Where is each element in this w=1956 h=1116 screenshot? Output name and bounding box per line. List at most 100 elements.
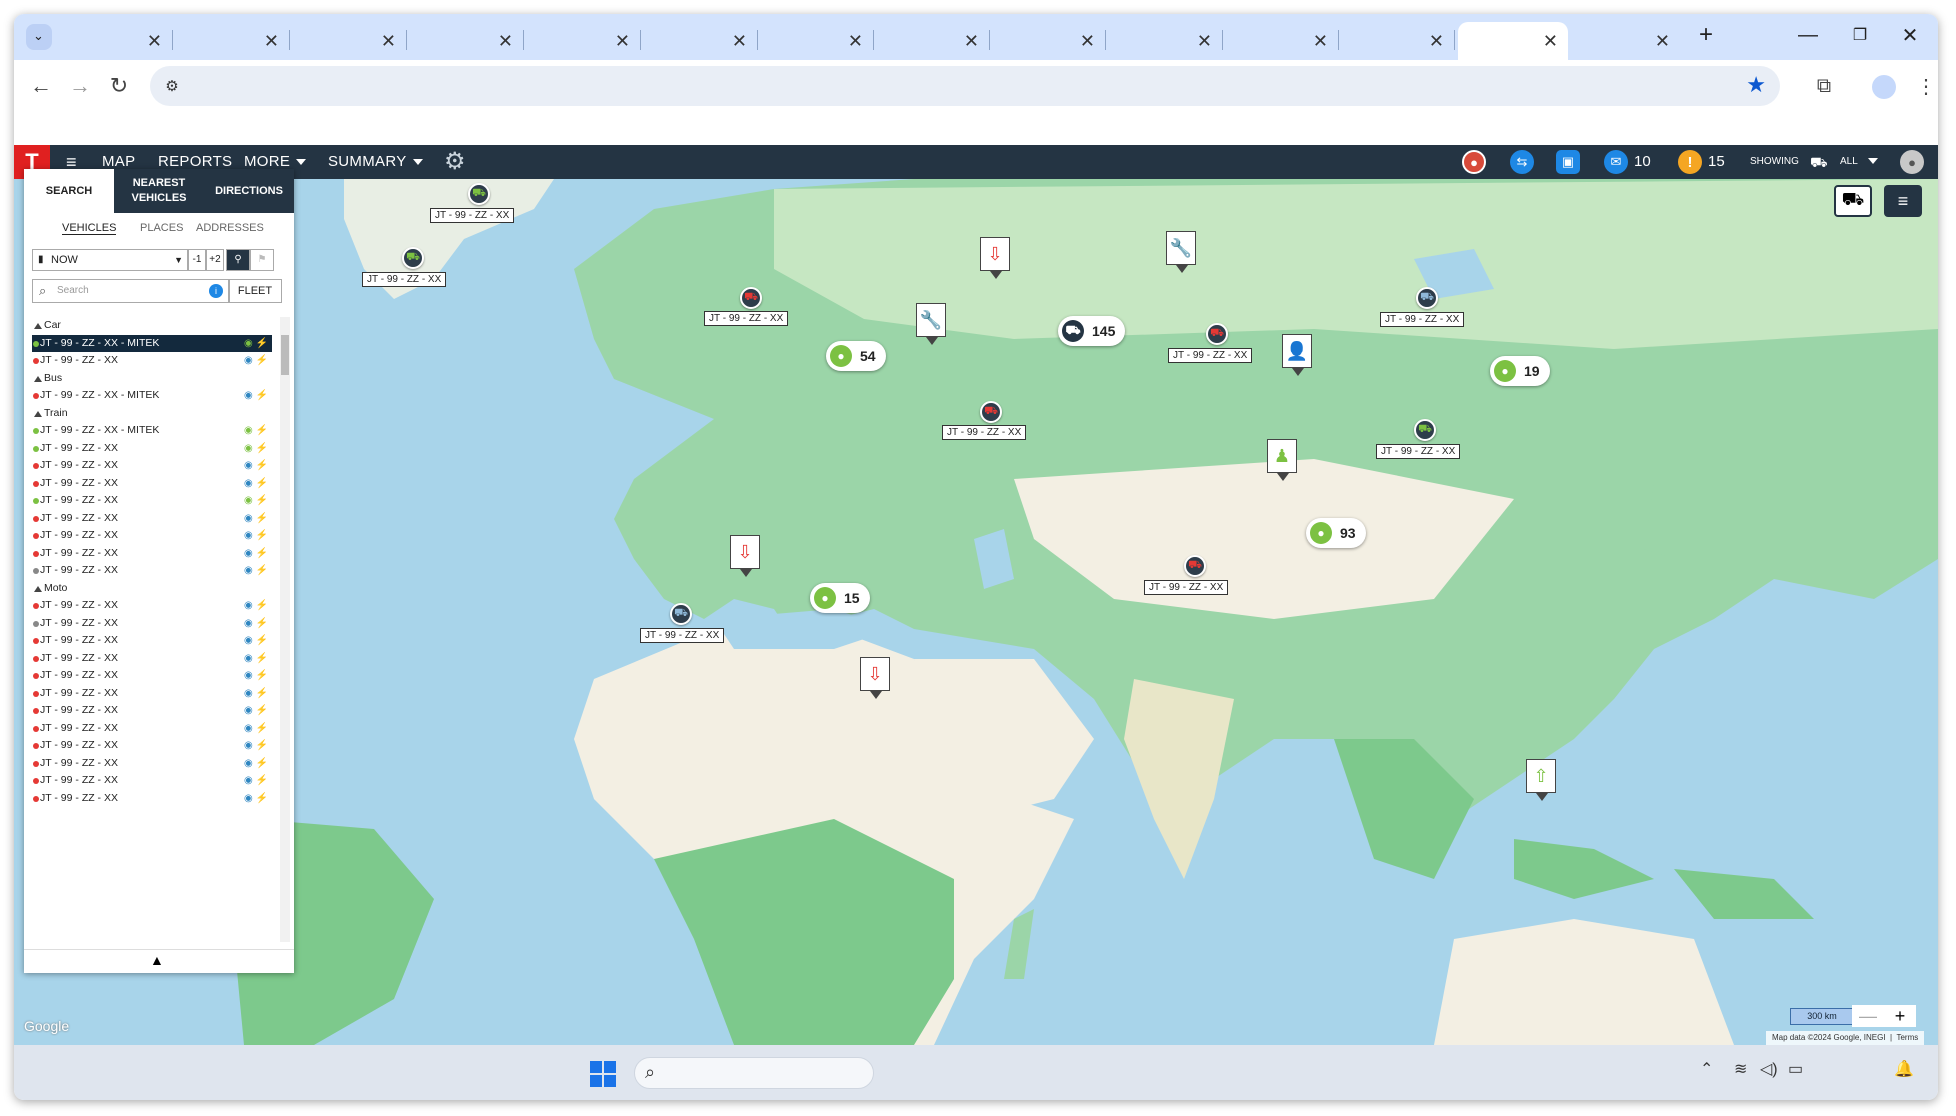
vehicle-marker[interactable]: ⛟ xyxy=(1184,555,1206,577)
plus-two-button[interactable]: +2 xyxy=(206,249,224,271)
list-group-header[interactable]: Car xyxy=(32,317,272,335)
browser-tab[interactable]: ✕ xyxy=(289,22,407,60)
list-item[interactable]: JT - 99 - ZZ - XX ◉ ⚡ xyxy=(32,492,272,510)
list-group-header[interactable]: Train xyxy=(32,405,272,423)
list-item[interactable]: JT - 99 - ZZ - XX ◉ ⚡ xyxy=(32,545,272,563)
vehicle-cluster[interactable]: ● 19 xyxy=(1490,356,1550,386)
zoom-out-button[interactable]: — xyxy=(1852,1005,1884,1027)
subtab-addresses[interactable]: ADDRESSES xyxy=(196,222,264,234)
vehicle-cluster[interactable]: ● 54 xyxy=(826,341,886,371)
settings-gear-icon[interactable]: ⚙ xyxy=(444,145,466,179)
tab-directions[interactable]: DIRECTIONS xyxy=(204,169,294,213)
alert-icon[interactable]: ! xyxy=(1678,150,1702,174)
close-icon[interactable]: ✕ xyxy=(1429,31,1444,52)
taskbar-search[interactable]: ⌕ xyxy=(634,1057,874,1089)
close-icon[interactable]: ✕ xyxy=(1543,31,1558,52)
list-item[interactable]: JT - 99 - ZZ - XX ◉ ⚡ xyxy=(32,772,272,790)
site-info-icon[interactable]: ⚙ xyxy=(160,74,184,98)
vehicle-marker[interactable]: ⛟ xyxy=(740,287,762,309)
pin-toggle-icon[interactable]: ⚲ xyxy=(226,249,250,271)
list-item[interactable]: JT - 99 - ZZ - XX ◉ ⚡ xyxy=(32,632,272,650)
list-scrollbar[interactable] xyxy=(280,317,290,942)
route-icon[interactable]: ⇆ xyxy=(1510,150,1534,174)
close-icon[interactable]: ✕ xyxy=(498,31,513,52)
browser-tab[interactable]: ✕ xyxy=(172,22,290,60)
list-item[interactable]: JT - 99 - ZZ - XX ◉ ⚡ xyxy=(32,667,272,685)
layers-menu-icon[interactable]: ≡ xyxy=(1884,185,1922,217)
tab-nearest-vehicles[interactable]: NEAREST VEHICLES xyxy=(114,169,204,213)
vehicle-view-toggle-icon[interactable]: ⛟ xyxy=(1834,185,1872,217)
list-item[interactable]: JT - 99 - ZZ - XX ◉ ⚡ xyxy=(32,702,272,720)
list-item[interactable]: JT - 99 - ZZ - XX ◉ ⚡ xyxy=(32,650,272,668)
upload-poi-icon[interactable]: ⇧ xyxy=(1526,759,1556,801)
list-item[interactable]: JT - 99 - ZZ - XX ◉ ⚡ xyxy=(32,737,272,755)
vehicle-marker[interactable]: ⛟ xyxy=(670,603,692,625)
browser-tab[interactable]: ✕ xyxy=(1338,22,1455,60)
list-item[interactable]: JT - 99 - ZZ - XX ◉ ⚡ xyxy=(32,475,272,493)
list-item[interactable]: JT - 99 - ZZ - XX ◉ ⚡ xyxy=(32,615,272,633)
map-canvas[interactable]: ⛟ JT - 99 - ZZ - XX ⛟ JT - 99 - ZZ - XX … xyxy=(14,179,1938,1045)
list-item[interactable]: JT - 99 - ZZ - XX ◉ ⚡ xyxy=(32,510,272,528)
browser-tab[interactable]: ✕ xyxy=(54,22,173,60)
close-icon[interactable]: ✕ xyxy=(1313,31,1328,52)
tv-icon[interactable]: ▣ xyxy=(1556,150,1580,174)
scroll-thumb[interactable] xyxy=(281,335,289,375)
browser-tab[interactable]: ✕ xyxy=(873,22,990,60)
minus-one-button[interactable]: -1 xyxy=(188,249,206,271)
forward-button[interactable]: → xyxy=(64,70,96,102)
fleet-button[interactable]: FLEET xyxy=(228,279,282,303)
vehicle-cluster[interactable]: ● 93 xyxy=(1306,518,1366,548)
list-item[interactable]: JT - 99 - ZZ - XX ◉ ⚡ xyxy=(32,755,272,773)
close-icon[interactable]: ✕ xyxy=(264,31,279,52)
extensions-button[interactable]: ⧉ xyxy=(1808,70,1840,102)
download-poi-icon[interactable]: ⇩ xyxy=(980,237,1010,279)
browser-tab[interactable]: ✕ xyxy=(1222,22,1339,60)
close-icon[interactable]: ✕ xyxy=(1655,31,1670,52)
close-icon[interactable]: ✕ xyxy=(848,31,863,52)
profile-avatar[interactable] xyxy=(1872,75,1896,99)
list-item[interactable]: JT - 99 - ZZ - XX ◉ ⚡ xyxy=(32,597,272,615)
person-poi-icon[interactable]: 👤 xyxy=(1282,334,1312,376)
notification-bell-icon[interactable]: 🔔 xyxy=(1894,1059,1914,1079)
vehicle-marker[interactable]: ⛟ xyxy=(402,247,424,269)
person-poi-icon[interactable]: ♟ xyxy=(1267,439,1297,481)
wifi-icon[interactable]: ≋ xyxy=(1734,1059,1747,1079)
list-item[interactable]: JT - 99 - ZZ - XX ◉ ⚡ xyxy=(32,790,272,808)
browser-tab[interactable]: ✕ xyxy=(1572,22,1680,60)
subtab-places[interactable]: PLACES xyxy=(140,222,183,234)
address-bar[interactable]: ⚙ ★ xyxy=(150,66,1780,106)
browser-menu-button[interactable]: ⋮ xyxy=(1910,70,1938,102)
list-item[interactable]: JT - 99 - ZZ - XX - MITEK ◉ ⚡ xyxy=(32,387,272,405)
close-icon[interactable]: ✕ xyxy=(732,31,747,52)
list-item[interactable]: JT - 99 - ZZ - XX ◉ ⚡ xyxy=(32,720,272,738)
close-icon[interactable]: ✕ xyxy=(1080,31,1095,52)
list-item[interactable]: JT - 99 - ZZ - XX - MITEK ◉ ⚡ xyxy=(32,422,272,440)
vehicle-marker[interactable]: ⛟ xyxy=(980,401,1002,423)
list-item[interactable]: JT - 99 - ZZ - XX ◉ ⚡ xyxy=(32,457,272,475)
list-group-header[interactable]: Moto xyxy=(32,580,272,598)
showing-filter[interactable]: ALL xyxy=(1840,145,1878,179)
window-close-button[interactable]: ✕ xyxy=(1890,20,1930,50)
subtab-vehicles[interactable]: VEHICLES xyxy=(62,222,117,235)
vehicle-marker[interactable]: ⛟ xyxy=(1206,323,1228,345)
browser-tab[interactable]: ✕ xyxy=(1105,22,1223,60)
user-avatar[interactable]: ● xyxy=(1900,150,1924,174)
flag-toggle-icon[interactable]: ⚑ xyxy=(250,249,274,271)
back-button[interactable]: ← xyxy=(25,70,57,102)
close-icon[interactable]: ✕ xyxy=(615,31,630,52)
zoom-in-button[interactable]: + xyxy=(1884,1005,1916,1027)
browser-tab[interactable]: ✕ xyxy=(757,22,874,60)
browser-tab[interactable]: ✕ xyxy=(406,22,524,60)
list-group-header[interactable]: Bus xyxy=(32,370,272,388)
browser-tab-active[interactable]: ✕ xyxy=(1458,22,1568,60)
download-poi-icon[interactable]: ⇩ xyxy=(730,535,760,577)
driver-avatar-icon[interactable]: ● xyxy=(1462,150,1486,174)
wrench-poi-icon[interactable]: 🔧 xyxy=(1166,231,1196,273)
close-icon[interactable]: ✕ xyxy=(1197,31,1212,52)
minimize-button[interactable]: — xyxy=(1788,20,1828,50)
time-select[interactable]: ▮ NOW ▼ xyxy=(32,249,188,271)
vehicle-marker[interactable]: ⛟ xyxy=(1416,287,1438,309)
battery-icon[interactable]: ▭ xyxy=(1788,1059,1803,1079)
list-item[interactable]: JT - 99 - ZZ - XX ◉ ⚡ xyxy=(32,352,272,370)
list-item[interactable]: JT - 99 - ZZ - XX ◉ ⚡ xyxy=(32,685,272,703)
